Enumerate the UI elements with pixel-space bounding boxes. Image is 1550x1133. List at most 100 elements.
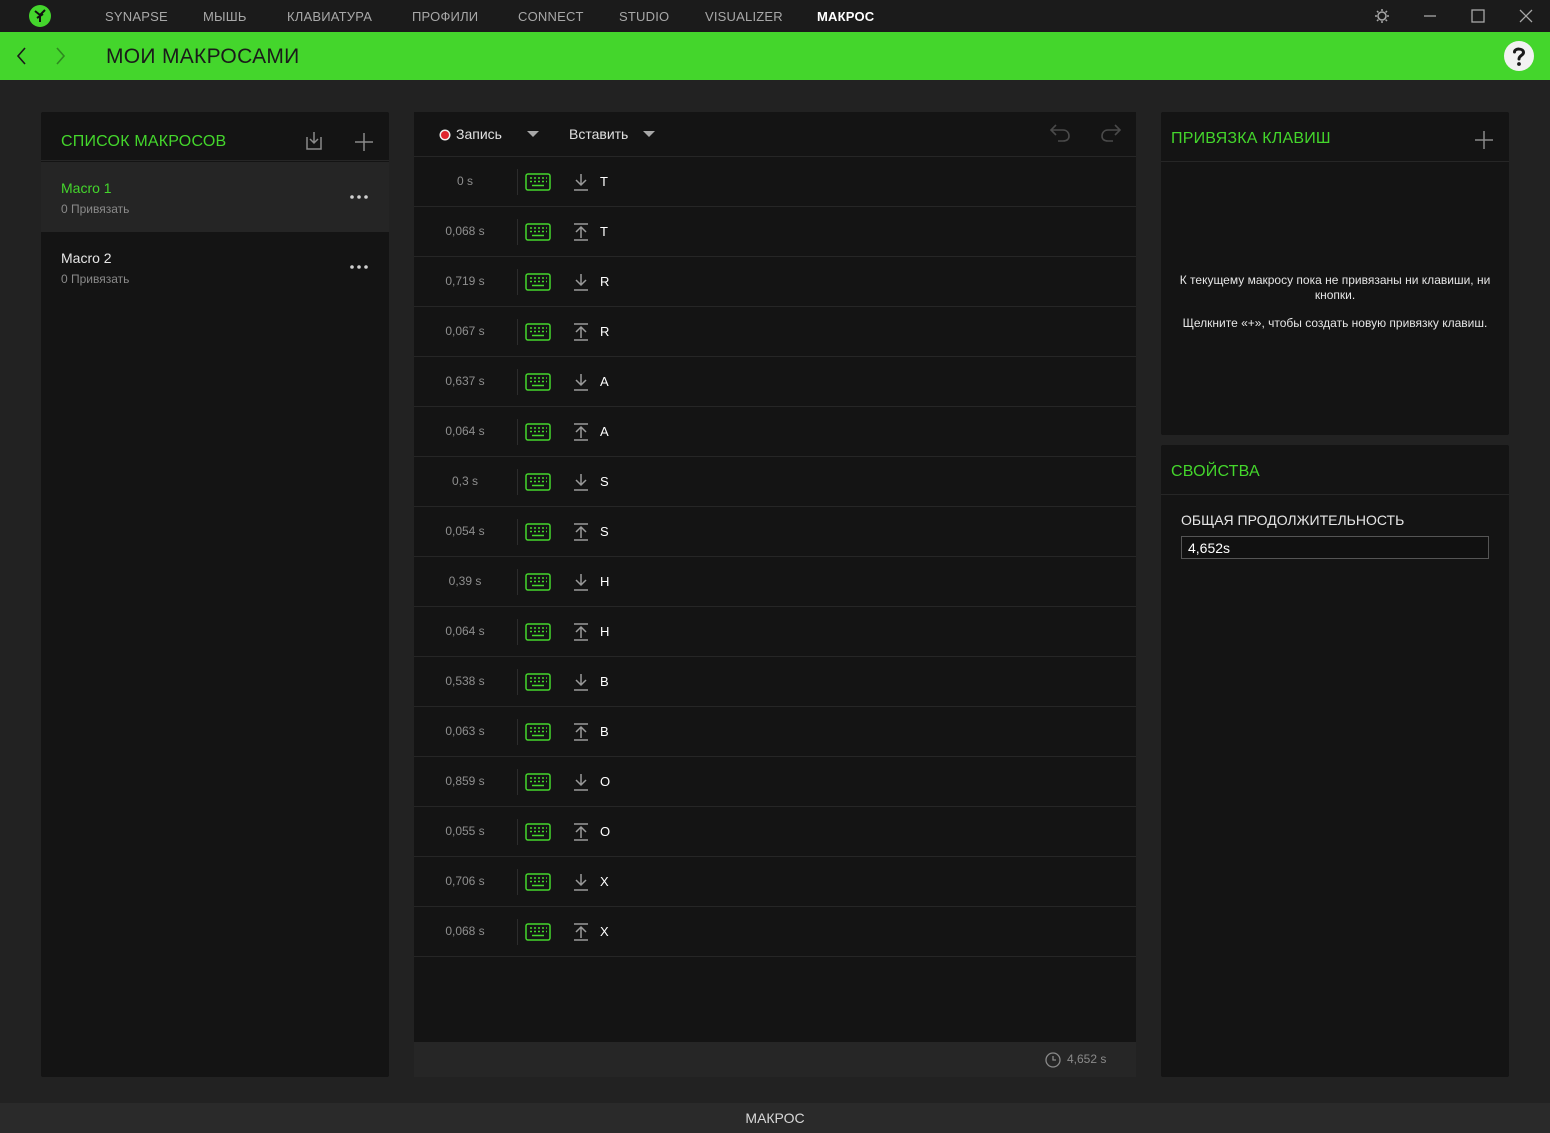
- event-delay[interactable]: 0,3 s: [414, 457, 516, 506]
- keyboard-icon: [525, 723, 551, 741]
- key-up-arrow-icon: [574, 323, 588, 341]
- forward-arrow-icon[interactable]: [52, 46, 68, 66]
- macro-event-row[interactable]: 0,538 s B: [414, 657, 1136, 707]
- properties-title: СВОЙСТВА: [1171, 463, 1260, 480]
- record-button[interactable]: Запись: [456, 112, 502, 156]
- nav-keyboard[interactable]: КЛАВИАТУРА: [287, 0, 372, 32]
- keybind-header: ПРИВЯЗКА КЛАВИШ: [1161, 112, 1509, 162]
- event-delay[interactable]: 0,055 s: [414, 807, 516, 856]
- divider: [517, 219, 518, 245]
- razer-logo-icon[interactable]: [28, 4, 52, 28]
- macro-name: Macro 2: [61, 250, 112, 266]
- event-delay[interactable]: 0,064 s: [414, 407, 516, 456]
- macro-event-row[interactable]: 0,39 s H: [414, 557, 1136, 607]
- event-delay[interactable]: 0,637 s: [414, 357, 516, 406]
- macro-event-row[interactable]: 0,706 s X: [414, 857, 1136, 907]
- macro-event-row[interactable]: 0,637 s A: [414, 357, 1136, 407]
- keybind-title: ПРИВЯЗКА КЛАВИШ: [1171, 130, 1331, 147]
- event-key: X: [600, 874, 609, 889]
- macro-event-row[interactable]: 0,067 s R: [414, 307, 1136, 357]
- top-bar: SYNAPSE МЫШЬ КЛАВИАТУРА ПРОФИЛИ CONNECT …: [0, 0, 1550, 32]
- event-delay[interactable]: 0,706 s: [414, 857, 516, 906]
- event-delay[interactable]: 0 s: [414, 157, 516, 206]
- nav-profiles[interactable]: ПРОФИЛИ: [412, 0, 478, 32]
- help-icon[interactable]: [1503, 40, 1535, 72]
- macro-event-row[interactable]: 0,063 s B: [414, 707, 1136, 757]
- record-dropdown-chevron-icon[interactable]: [526, 130, 540, 138]
- divider: [517, 419, 518, 445]
- macro-event-row[interactable]: 0,068 s X: [414, 907, 1136, 957]
- macro-event-list: 0 s T 0,068 s T 0,719 s R 0,067 s R 0,63…: [414, 157, 1136, 1042]
- insert-button[interactable]: Вставить: [569, 112, 628, 156]
- event-key: H: [600, 574, 610, 589]
- total-duration: 4,652 s: [1067, 1052, 1107, 1066]
- keyboard-icon: [525, 173, 551, 191]
- maximize-icon[interactable]: [1468, 6, 1488, 26]
- key-down-arrow-icon: [574, 474, 588, 491]
- keybind-panel: ПРИВЯЗКА КЛАВИШ К текущему макросу пока …: [1161, 112, 1509, 435]
- macro-event-row[interactable]: 0,859 s O: [414, 757, 1136, 807]
- macro-event-row[interactable]: 0,054 s S: [414, 507, 1136, 557]
- redo-icon[interactable]: [1099, 121, 1123, 143]
- event-delay[interactable]: 0,067 s: [414, 307, 516, 356]
- import-icon[interactable]: [303, 130, 325, 152]
- settings-gear-icon[interactable]: [1372, 6, 1392, 26]
- divider: [517, 269, 518, 295]
- macro-binding-count: 0 Привязать: [61, 272, 130, 286]
- event-delay[interactable]: 0,859 s: [414, 757, 516, 806]
- properties-header: СВОЙСТВА: [1161, 445, 1509, 495]
- event-delay[interactable]: 0,068 s: [414, 207, 516, 256]
- clock-icon: [1045, 1052, 1061, 1068]
- total-duration-field[interactable]: 4,652s: [1181, 536, 1489, 559]
- back-arrow-icon[interactable]: [14, 46, 30, 66]
- divider: [517, 319, 518, 345]
- event-key: R: [600, 324, 610, 339]
- event-key: S: [600, 474, 609, 489]
- key-down-arrow-icon: [574, 374, 588, 391]
- event-delay[interactable]: 0,064 s: [414, 607, 516, 656]
- nav-studio[interactable]: STUDIO: [619, 0, 669, 32]
- divider: [517, 919, 518, 945]
- macro-event-row[interactable]: 0 s T: [414, 157, 1136, 207]
- divider: [517, 169, 518, 195]
- close-icon[interactable]: [1516, 6, 1536, 26]
- event-delay[interactable]: 0,068 s: [414, 907, 516, 956]
- macro-event-row[interactable]: 0,064 s A: [414, 407, 1136, 457]
- keyboard-icon: [525, 923, 551, 941]
- event-delay[interactable]: 0,054 s: [414, 507, 516, 556]
- key-down-arrow-icon: [574, 174, 588, 191]
- nav-visualizer[interactable]: VISUALIZER: [705, 0, 783, 32]
- insert-dropdown-chevron-icon[interactable]: [642, 130, 656, 138]
- keyboard-icon: [525, 473, 551, 491]
- nav-synapse[interactable]: SYNAPSE: [105, 0, 168, 32]
- keyboard-icon: [525, 323, 551, 341]
- nav-mouse[interactable]: МЫШЬ: [203, 0, 247, 32]
- macro-list-item-1[interactable]: Macro 1 0 Привязать: [41, 162, 389, 232]
- keyboard-icon: [525, 273, 551, 291]
- event-delay[interactable]: 0,719 s: [414, 257, 516, 306]
- macro-event-row[interactable]: 0,719 s R: [414, 257, 1136, 307]
- undo-icon[interactable]: [1048, 121, 1072, 143]
- divider: [517, 619, 518, 645]
- event-delay[interactable]: 0,39 s: [414, 557, 516, 606]
- macro-event-row[interactable]: 0,068 s T: [414, 207, 1136, 257]
- event-delay[interactable]: 0,538 s: [414, 657, 516, 706]
- event-delay[interactable]: 0,063 s: [414, 707, 516, 756]
- macro-event-row[interactable]: 0,055 s O: [414, 807, 1136, 857]
- keyboard-icon: [525, 573, 551, 591]
- event-key: S: [600, 524, 609, 539]
- event-key: T: [600, 174, 608, 189]
- key-down-arrow-icon: [574, 574, 588, 591]
- add-macro-icon[interactable]: [354, 132, 374, 152]
- minimize-icon[interactable]: [1420, 6, 1440, 26]
- macro-list-item-2[interactable]: Macro 2 0 Привязать: [41, 232, 389, 302]
- macro-editor-toolbar: Запись Вставить: [414, 112, 1136, 157]
- more-options-icon[interactable]: [349, 264, 369, 270]
- macro-event-row[interactable]: 0,3 s S: [414, 457, 1136, 507]
- nav-macro[interactable]: МАКРОС: [817, 0, 874, 32]
- more-options-icon[interactable]: [349, 194, 369, 200]
- add-keybind-icon[interactable]: [1474, 130, 1494, 150]
- macro-event-row[interactable]: 0,064 s H: [414, 607, 1136, 657]
- keyboard-icon: [525, 423, 551, 441]
- nav-connect[interactable]: CONNECT: [518, 0, 584, 32]
